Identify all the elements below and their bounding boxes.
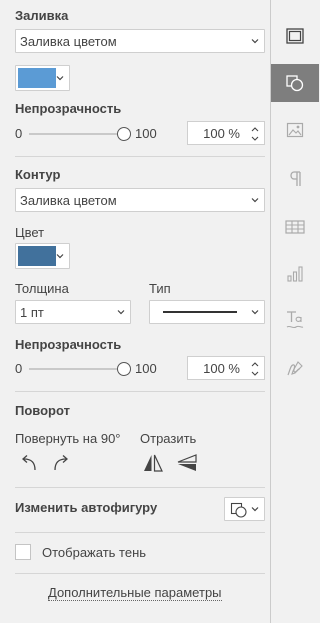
fill-color-swatch xyxy=(18,68,56,88)
divider xyxy=(15,532,265,533)
stroke-color-button[interactable] xyxy=(15,243,70,269)
chart-settings-button[interactable] xyxy=(271,255,319,293)
chevron-down-icon xyxy=(251,198,259,203)
image-settings-button[interactable] xyxy=(271,111,319,149)
rotation-title: Поворот xyxy=(15,403,70,418)
stroke-style-select[interactable] xyxy=(149,300,265,324)
signature-settings-button[interactable] xyxy=(271,349,319,387)
table-settings-button[interactable] xyxy=(271,208,319,246)
divider xyxy=(15,391,265,392)
fill-opacity-spinner[interactable]: 100 % xyxy=(187,121,265,145)
right-toolbar xyxy=(271,0,319,623)
signature-settings-icon xyxy=(287,361,303,376)
fill-type-select[interactable]: Заливка цветом xyxy=(15,29,265,53)
stroke-width-value: 1 пт xyxy=(20,305,44,320)
stroke-width-select[interactable]: 1 пт xyxy=(15,300,131,324)
change-autoshape-title: Изменить автофигуру xyxy=(15,500,158,515)
fill-opacity-min: 0 xyxy=(15,126,23,141)
fill-color-button[interactable] xyxy=(15,65,70,91)
chart-settings-icon xyxy=(287,266,303,282)
fill-opacity-title: Непрозрачность xyxy=(15,101,122,116)
shapes-icon xyxy=(230,502,247,518)
chevron-up-icon[interactable] xyxy=(250,360,260,368)
stroke-title: Контур xyxy=(15,167,61,182)
image-settings-icon xyxy=(286,122,304,138)
stroke-type-label: Тип xyxy=(149,281,171,296)
stroke-opacity-min: 0 xyxy=(15,361,23,376)
stroke-opacity-title: Непрозрачность xyxy=(15,337,122,352)
chevron-down-icon xyxy=(117,310,125,315)
chevron-down-icon[interactable] xyxy=(250,370,260,378)
shape-settings-button[interactable] xyxy=(271,64,319,102)
stroke-width-label: Толщина xyxy=(15,281,69,296)
fill-opacity-slider-thumb[interactable] xyxy=(117,127,131,141)
shape-settings-panel: Заливка Заливка цветом Непрозрачность 0 … xyxy=(0,0,271,623)
fill-opacity-value: 100 % xyxy=(203,126,240,141)
stroke-type-select[interactable]: Заливка цветом xyxy=(15,188,265,212)
solid-line-icon xyxy=(163,311,237,313)
stroke-opacity-slider-thumb[interactable] xyxy=(117,362,131,376)
flip-vertical-icon[interactable] xyxy=(176,453,198,473)
fill-title: Заливка xyxy=(15,8,69,23)
flip-label: Отразить xyxy=(140,431,197,446)
advanced-settings-link[interactable]: Дополнительные параметры xyxy=(48,585,222,601)
chevron-down-icon xyxy=(56,76,64,81)
table-settings-icon xyxy=(285,220,305,234)
chevron-down-icon xyxy=(251,310,259,315)
stroke-opacity-max: 100 xyxy=(135,361,157,376)
stroke-opacity-spinner[interactable]: 100 % xyxy=(187,356,265,380)
stroke-color-swatch xyxy=(18,246,56,266)
textart-settings-icon xyxy=(286,311,304,329)
chevron-down-icon xyxy=(251,507,259,512)
textart-settings-button[interactable] xyxy=(271,301,319,339)
divider xyxy=(15,573,265,574)
fill-type-value: Заливка цветом xyxy=(20,34,117,49)
chevron-down-icon xyxy=(56,254,64,259)
stroke-type-value: Заливка цветом xyxy=(20,193,117,208)
shadow-label: Отображать тень xyxy=(42,545,147,560)
rotate-clockwise-icon[interactable] xyxy=(51,453,73,473)
chevron-up-icon[interactable] xyxy=(250,125,260,133)
slide-settings-button[interactable] xyxy=(271,17,319,55)
divider xyxy=(15,156,265,157)
rotate-90-label: Повернуть на 90° xyxy=(15,431,121,446)
chevron-down-icon xyxy=(251,39,259,44)
stroke-opacity-slider-track[interactable] xyxy=(29,368,125,370)
chevron-down-icon[interactable] xyxy=(250,135,260,143)
stroke-opacity-value: 100 % xyxy=(203,361,240,376)
shadow-checkbox[interactable] xyxy=(15,544,31,560)
divider xyxy=(15,487,265,488)
fill-opacity-max: 100 xyxy=(135,126,157,141)
slide-settings-icon xyxy=(286,28,304,44)
paragraph-settings-icon xyxy=(290,171,301,186)
change-autoshape-button[interactable] xyxy=(224,497,265,521)
rotate-counterclockwise-icon[interactable] xyxy=(17,453,39,473)
shape-settings-icon xyxy=(286,75,304,92)
fill-opacity-slider-track[interactable] xyxy=(29,133,125,135)
flip-horizontal-icon[interactable] xyxy=(142,453,164,473)
stroke-color-label: Цвет xyxy=(15,225,45,240)
paragraph-settings-button[interactable] xyxy=(271,160,319,198)
